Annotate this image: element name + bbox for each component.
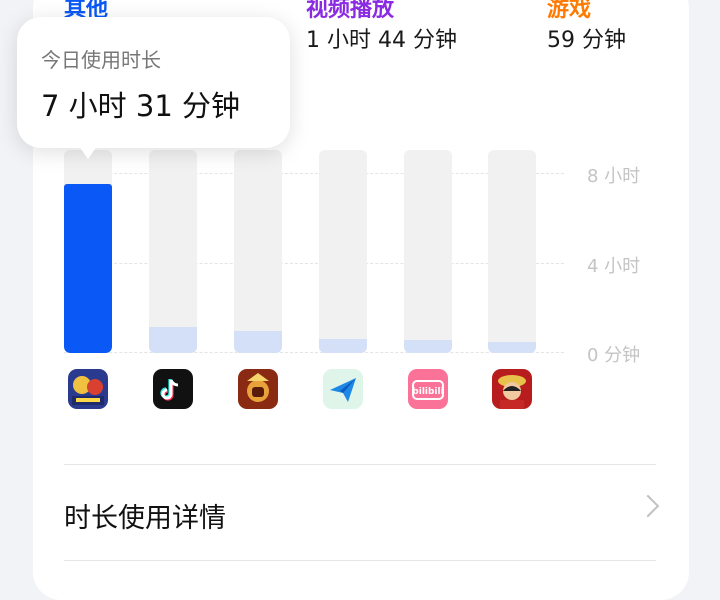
game-app-icon[interactable] bbox=[68, 369, 108, 409]
bar-feishu bbox=[319, 339, 367, 353]
bar-track-app-1[interactable] bbox=[64, 150, 112, 353]
category-video-value: 1 小时 44 分钟 bbox=[306, 28, 457, 53]
chevron-right-icon bbox=[636, 494, 660, 518]
bar-track-bilibili[interactable] bbox=[404, 150, 452, 353]
bar-douyin bbox=[149, 327, 197, 353]
paper-plane-icon[interactable] bbox=[323, 369, 363, 409]
bar-track-honor-of-kings[interactable] bbox=[234, 150, 282, 353]
usage-details-row[interactable]: 时长使用详情 bbox=[64, 468, 664, 560]
usage-details-label: 时长使用详情 bbox=[64, 503, 226, 534]
bar-honor-of-kings bbox=[234, 331, 282, 353]
y-tick-label: 4 小时 bbox=[587, 256, 641, 277]
divider bbox=[64, 464, 656, 465]
category-game-value: 59 分钟 bbox=[547, 28, 626, 53]
svg-text:bilibili: bilibili bbox=[412, 387, 443, 397]
tooltip-value: 7 小时 31 分钟 bbox=[41, 89, 241, 123]
bar-track-one-piece-game[interactable] bbox=[488, 150, 536, 353]
divider bbox=[64, 560, 656, 561]
bilibili-icon[interactable]: bilibili bbox=[408, 369, 448, 409]
bar-track-feishu[interactable] bbox=[319, 150, 367, 353]
tiktok-icon[interactable] bbox=[153, 369, 193, 409]
category-game-label: 游戏 bbox=[547, 0, 592, 22]
bar-bilibili bbox=[404, 340, 452, 353]
one-piece-icon[interactable] bbox=[492, 369, 532, 409]
y-tick-label: 0 分钟 bbox=[587, 345, 641, 366]
bar-one-piece-game bbox=[488, 342, 536, 353]
usage-tooltip: 今日使用时长 7 小时 31 分钟 bbox=[17, 17, 290, 148]
category-video-label: 视频播放 bbox=[306, 0, 395, 22]
bar-app-1 bbox=[64, 184, 112, 353]
moba-game-icon[interactable] bbox=[238, 369, 278, 409]
tooltip-title: 今日使用时长 bbox=[41, 48, 161, 72]
tooltip-pointer bbox=[79, 146, 97, 159]
y-tick-label: 8 小时 bbox=[587, 166, 641, 187]
gridline-0 bbox=[64, 352, 564, 353]
bar-track-douyin[interactable] bbox=[149, 150, 197, 353]
